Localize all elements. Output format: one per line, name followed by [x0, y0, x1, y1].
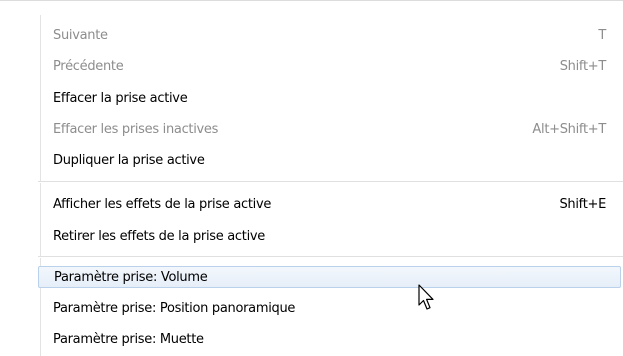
menu-item-parametre-volume[interactable]: Paramètre prise: Volume: [38, 266, 621, 288]
menu-item-label: Dupliquer la prise active: [53, 153, 205, 168]
menu-item-label: Paramètre prise: Volume: [54, 270, 208, 285]
menu-item-shortcut: Shift+E: [559, 197, 606, 212]
menu-item-label: Effacer les prises inactives: [53, 122, 219, 137]
mouse-pointer-icon: [418, 284, 434, 310]
menu-separator: [38, 256, 623, 258]
menu-item-shortcut: Shift+T: [559, 59, 607, 74]
menu-item-effacer-prises-inactives[interactable]: Effacer les prises inactives Alt+Shift+T: [38, 119, 621, 141]
menu-item-shortcut: T: [598, 28, 606, 43]
menu-item-precedente[interactable]: Précédente Shift+T: [38, 56, 621, 78]
context-menu: Suivante T Précédente Shift+T Effacer la…: [0, 0, 623, 356]
menu-item-label: Précédente: [53, 59, 124, 74]
menu-separator: [38, 181, 623, 183]
menu-item-effacer-prise-active[interactable]: Effacer la prise active: [38, 88, 621, 110]
menu-item-label: Suivante: [53, 28, 108, 43]
menu-item-suivante[interactable]: Suivante T: [38, 25, 621, 47]
menu-item-afficher-effets[interactable]: Afficher les effets de la prise active S…: [38, 194, 621, 216]
menu-item-shortcut: Alt+Shift+T: [532, 122, 606, 137]
menu-item-label: Afficher les effets de la prise active: [53, 197, 272, 212]
menu-item-parametre-position-panoramique[interactable]: Paramètre prise: Position panoramique: [38, 298, 621, 320]
menu-item-label: Retirer les effets de la prise active: [53, 229, 265, 244]
menu-item-parametre-muette[interactable]: Paramètre prise: Muette: [38, 329, 621, 351]
menu-item-label: Paramètre prise: Muette: [53, 332, 204, 347]
menu-item-dupliquer-prise-active[interactable]: Dupliquer la prise active: [38, 150, 621, 172]
menu-item-label: Paramètre prise: Position panoramique: [53, 301, 296, 316]
menu-item-label: Effacer la prise active: [53, 91, 188, 106]
menu-item-retirer-effets[interactable]: Retirer les effets de la prise active: [38, 226, 621, 248]
